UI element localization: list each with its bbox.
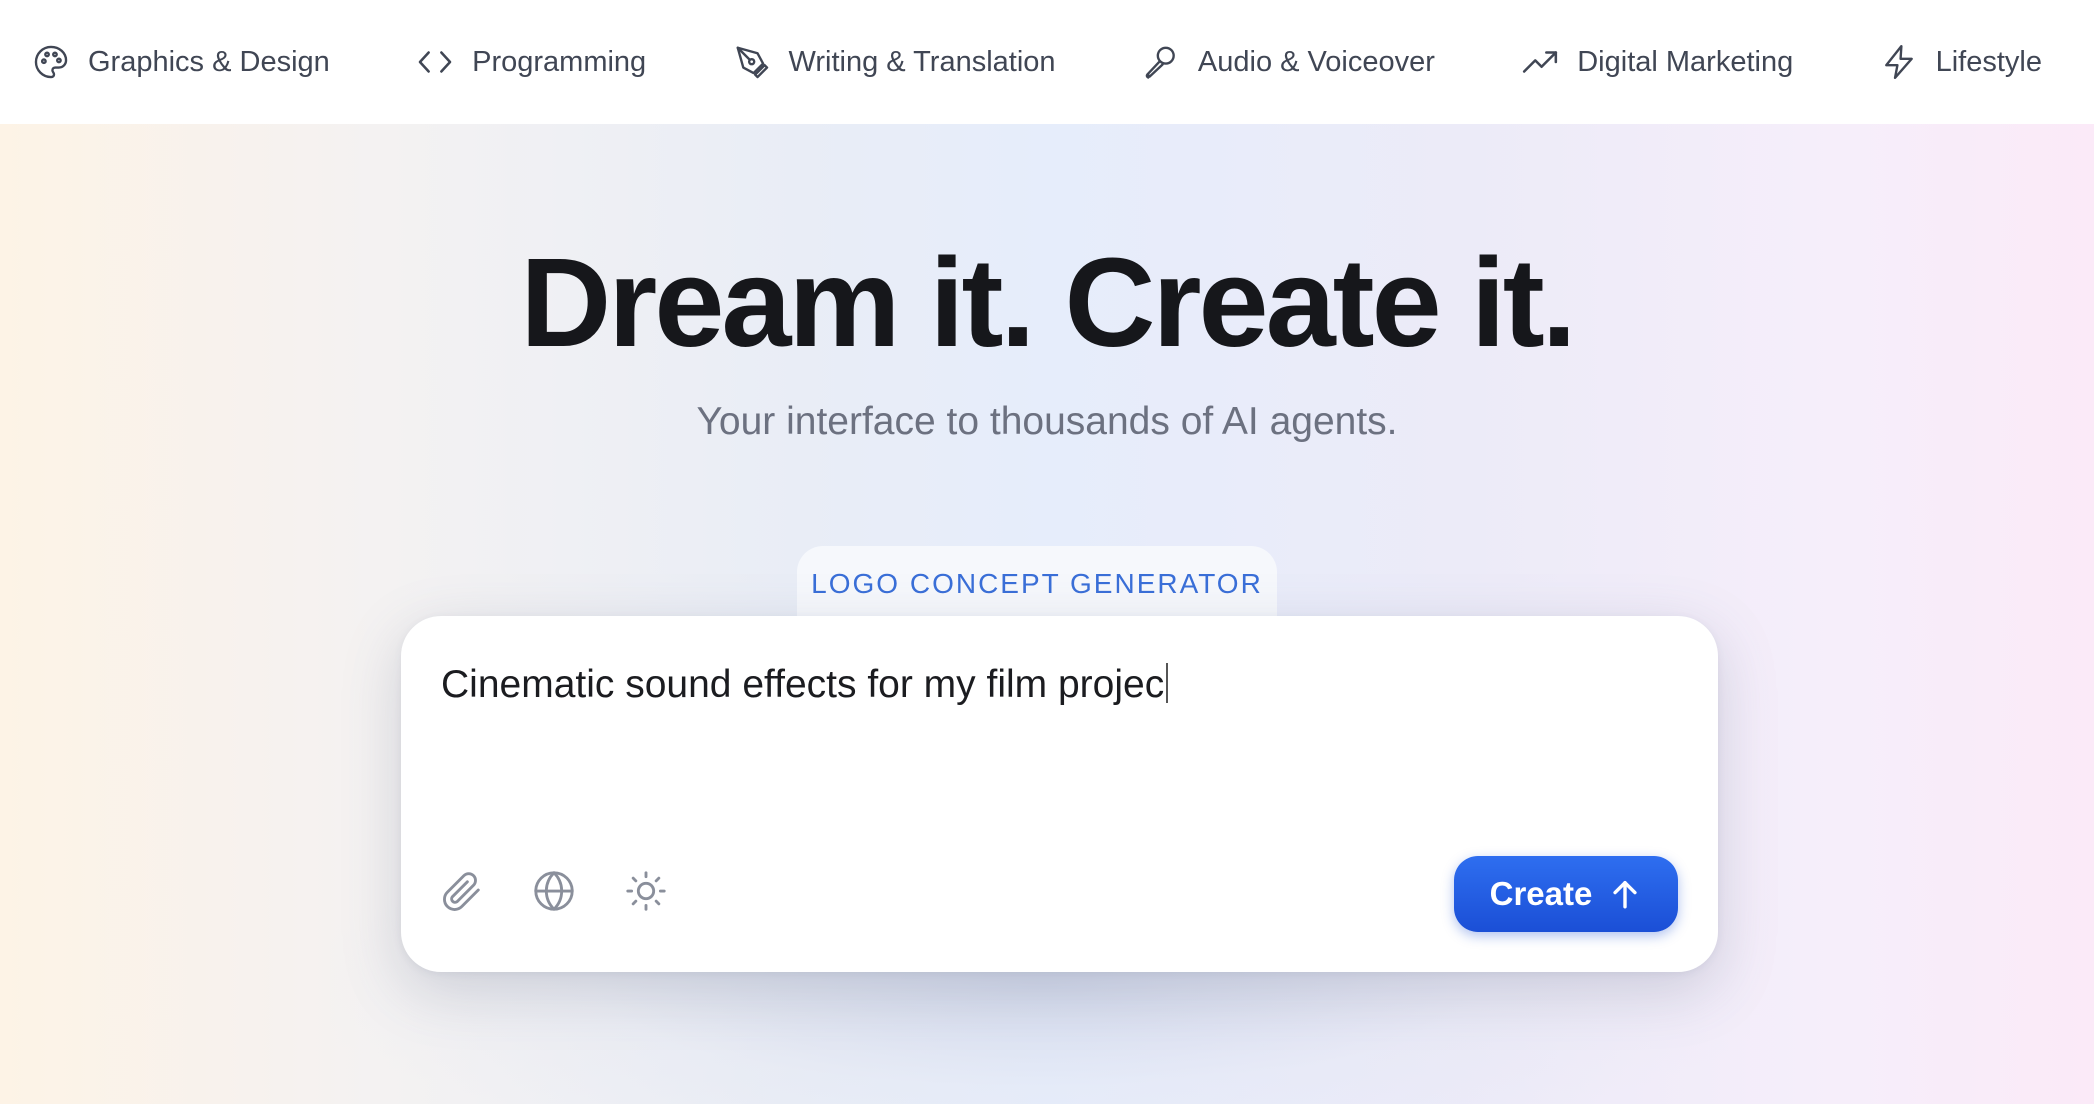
prompt-card: Cinematic sound effects for my film proj… <box>401 616 1718 972</box>
text-caret <box>1166 663 1169 703</box>
nav-item-digital-marketing[interactable]: Digital Marketing <box>1521 43 1793 81</box>
lightning-icon <box>1880 43 1918 81</box>
nav-item-label: Audio & Voiceover <box>1197 45 1435 78</box>
create-button-label: Create <box>1489 875 1593 912</box>
paperclip-icon[interactable] <box>439 868 485 914</box>
prompt-input-text: Cinematic sound effects for my film proj… <box>441 663 1165 706</box>
nav-item-label: Lifestyle <box>1935 45 2042 78</box>
palette-icon <box>32 43 70 81</box>
nav-item-audio-voiceover[interactable]: Audio & Voiceover <box>1142 43 1435 81</box>
page-subtitle: Your interface to thousands of AI agents… <box>696 400 1398 443</box>
create-button[interactable]: Create <box>1454 856 1678 932</box>
page-title: Dream it. Create it. <box>520 232 1576 373</box>
sun-icon[interactable] <box>623 868 669 914</box>
nav-item-writing-translation[interactable]: Writing & Translation <box>733 43 1056 81</box>
nav-item-label: Programming <box>472 45 647 78</box>
nav-item-graphics-design[interactable]: Graphics & Design <box>32 43 330 81</box>
prompt-toolbar <box>439 868 669 914</box>
arrow-up-icon <box>1613 880 1637 909</box>
nav-item-label: Writing & Translation <box>788 45 1056 78</box>
nav-item-label: Graphics & Design <box>88 45 330 78</box>
nav-item-lifestyle[interactable]: Lifestyle <box>1880 43 2042 81</box>
nav-item-label: Digital Marketing <box>1577 45 1794 78</box>
agent-tag[interactable]: LOGO CONCEPT GENERATOR <box>797 546 1277 626</box>
page: Graphics & Design Programming Writing & … <box>0 0 2094 1104</box>
microphone-icon <box>1142 43 1180 81</box>
trending-up-icon <box>1521 43 1559 81</box>
category-nav: Graphics & Design Programming Writing & … <box>0 0 2094 124</box>
code-icon <box>416 43 454 81</box>
pen-tool-icon <box>733 43 771 81</box>
nav-item-programming[interactable]: Programming <box>416 43 646 81</box>
globe-icon[interactable] <box>531 868 577 914</box>
prompt-input[interactable]: Cinematic sound effects for my film proj… <box>441 662 1678 709</box>
